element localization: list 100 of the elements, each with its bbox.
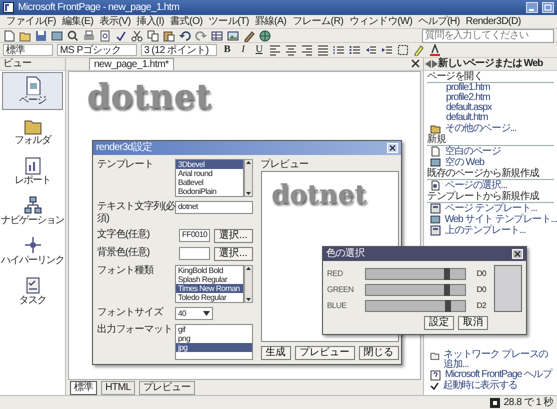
slider-thumb[interactable] [444, 300, 451, 312]
select-button[interactable]: 選択... [214, 229, 253, 243]
view-button[interactable]: ハイパーリンク [2, 232, 63, 270]
table-icon[interactable] [211, 30, 223, 42]
list-box[interactable]: 3Dbevel Arial round Batlevel BodoniPlain [175, 159, 244, 197]
slider-thumb[interactable] [444, 284, 450, 296]
copy-icon[interactable] [147, 30, 159, 42]
align-left-icon[interactable] [269, 44, 281, 56]
menu-item[interactable]: ツール(T) [206, 16, 252, 28]
task-link[interactable]: default.htm [446, 113, 488, 123]
numbered-list-icon[interactable] [333, 44, 345, 56]
dialog-button[interactable]: プレビュー [294, 346, 355, 360]
document-tab[interactable]: new_page_1.htm* [89, 58, 174, 70]
list-box[interactable]: gif png jpg [175, 324, 253, 360]
bulleted-list-icon[interactable] [349, 44, 361, 56]
view-button[interactable]: レポート [2, 152, 63, 190]
dialog-button[interactable]: 取消 [458, 316, 488, 330]
menu-item[interactable]: ウィンドウ(W) [346, 16, 416, 28]
view-button[interactable]: フォルダ [2, 112, 63, 150]
undo-icon[interactable] [179, 30, 191, 42]
color-field[interactable] [179, 247, 210, 260]
task-link[interactable]: profile2.htm [446, 93, 490, 103]
align-center-icon[interactable] [285, 44, 297, 56]
list-option[interactable]: Toledo Regular [176, 293, 243, 302]
list-option[interactable]: 3Dbevel [176, 160, 243, 169]
help-search-field[interactable]: 質問を入力してください [422, 28, 554, 42]
save-icon[interactable] [35, 30, 47, 42]
task-link[interactable]: ページの選択... [445, 180, 508, 190]
open-folder-icon[interactable] [19, 30, 31, 42]
style-select[interactable]: 標準 [3, 44, 53, 56]
list-box[interactable]: KingBold Bold Splash Regular Times New Roman Toledo Regular [175, 265, 244, 303]
list-option[interactable]: Arial round [176, 169, 243, 178]
list-option[interactable]: Splash Regular [176, 275, 243, 284]
highlight-icon[interactable] [413, 44, 425, 56]
font-select[interactable]: MS Pゴシック [57, 44, 137, 56]
menu-item[interactable]: 編集(E) [58, 16, 96, 28]
border-icon[interactable] [397, 44, 409, 56]
list-option[interactable]: Times New Roman [176, 284, 243, 293]
slider-track[interactable] [365, 268, 466, 280]
scrollbar[interactable] [244, 159, 253, 197]
spelling-icon[interactable] [115, 30, 127, 42]
outdent-icon[interactable] [365, 44, 377, 56]
menu-item[interactable]: フレーム(R) [289, 16, 346, 28]
menu-item[interactable]: 表示(V) [96, 16, 134, 28]
menu-item[interactable]: ヘルプ(H) [415, 16, 463, 28]
menu-item[interactable]: Render3D(D) [462, 16, 524, 28]
font-size-select[interactable]: 40 [175, 307, 213, 320]
view-button[interactable]: ページ [2, 72, 63, 110]
italic-button[interactable]: I [237, 44, 249, 56]
cut-icon[interactable] [131, 30, 143, 42]
list-option[interactable]: png [176, 334, 252, 343]
maximize-button[interactable] [542, 2, 554, 13]
dialog-button[interactable]: 設定 [424, 316, 454, 330]
view-tab[interactable]: プレビュー [138, 380, 195, 394]
list-option[interactable]: Batlevel [176, 178, 243, 187]
picture-icon[interactable] [227, 30, 239, 42]
slider-thumb[interactable] [444, 268, 450, 280]
slider-track[interactable] [365, 284, 466, 296]
view-tab[interactable]: HTML [101, 380, 135, 394]
menu-item[interactable]: 罫線(A) [252, 16, 290, 28]
view-button[interactable]: ナビゲーション [2, 192, 63, 230]
bold-button[interactable]: B [221, 44, 233, 56]
back-icon[interactable] [425, 60, 431, 68]
task-link[interactable]: ページ テンプレート... [445, 204, 538, 214]
text-field[interactable]: dotnet [175, 201, 253, 214]
font-color-icon[interactable] [429, 44, 441, 56]
select-button[interactable]: 選択... [214, 247, 253, 261]
scrollbar[interactable] [244, 265, 253, 303]
task-link[interactable]: Web サイト テンプレート... [444, 214, 557, 224]
task-link[interactable]: default.aspx [446, 103, 492, 113]
task-link[interactable]: その他のページ... [445, 124, 516, 134]
search-icon[interactable] [67, 30, 79, 42]
list-option[interactable]: BodoniPlain [176, 187, 243, 196]
view-tab[interactable]: 標準 [70, 380, 98, 394]
align-right-icon[interactable] [301, 44, 313, 56]
menu-item[interactable]: 挿入(I) [134, 16, 168, 28]
checkbox[interactable] [430, 382, 439, 390]
indent-icon[interactable] [381, 44, 393, 56]
slider-track[interactable] [365, 300, 466, 312]
menu-item[interactable]: 書式(O) [167, 16, 206, 28]
task-link[interactable]: Microsoft FrontPage ヘルプ [445, 370, 552, 380]
color-field[interactable]: FF0010 [179, 229, 210, 242]
task-link[interactable]: 空の Web [445, 158, 484, 168]
close-button[interactable] [512, 249, 523, 259]
drawing-icon[interactable] [243, 30, 255, 42]
print-icon[interactable] [83, 30, 95, 42]
close-icon[interactable] [411, 59, 420, 68]
underline-button[interactable]: U [253, 44, 265, 56]
task-link[interactable]: 上のテンプレート... [445, 226, 526, 236]
close-button[interactable] [387, 143, 398, 153]
task-link[interactable]: ネットワーク プレースの追加... [444, 350, 557, 370]
forward-icon[interactable] [431, 60, 438, 68]
minimize-button[interactable] [526, 2, 538, 13]
paste-icon[interactable] [163, 30, 175, 42]
task-link[interactable]: profile1.htm [446, 83, 490, 93]
redo-icon[interactable] [195, 30, 207, 42]
list-option[interactable]: KingBold Bold [176, 266, 243, 275]
justify-icon[interactable] [317, 44, 329, 56]
task-link[interactable]: 空白のページ [445, 146, 501, 156]
menu-item[interactable]: ファイル(F) [3, 16, 59, 28]
